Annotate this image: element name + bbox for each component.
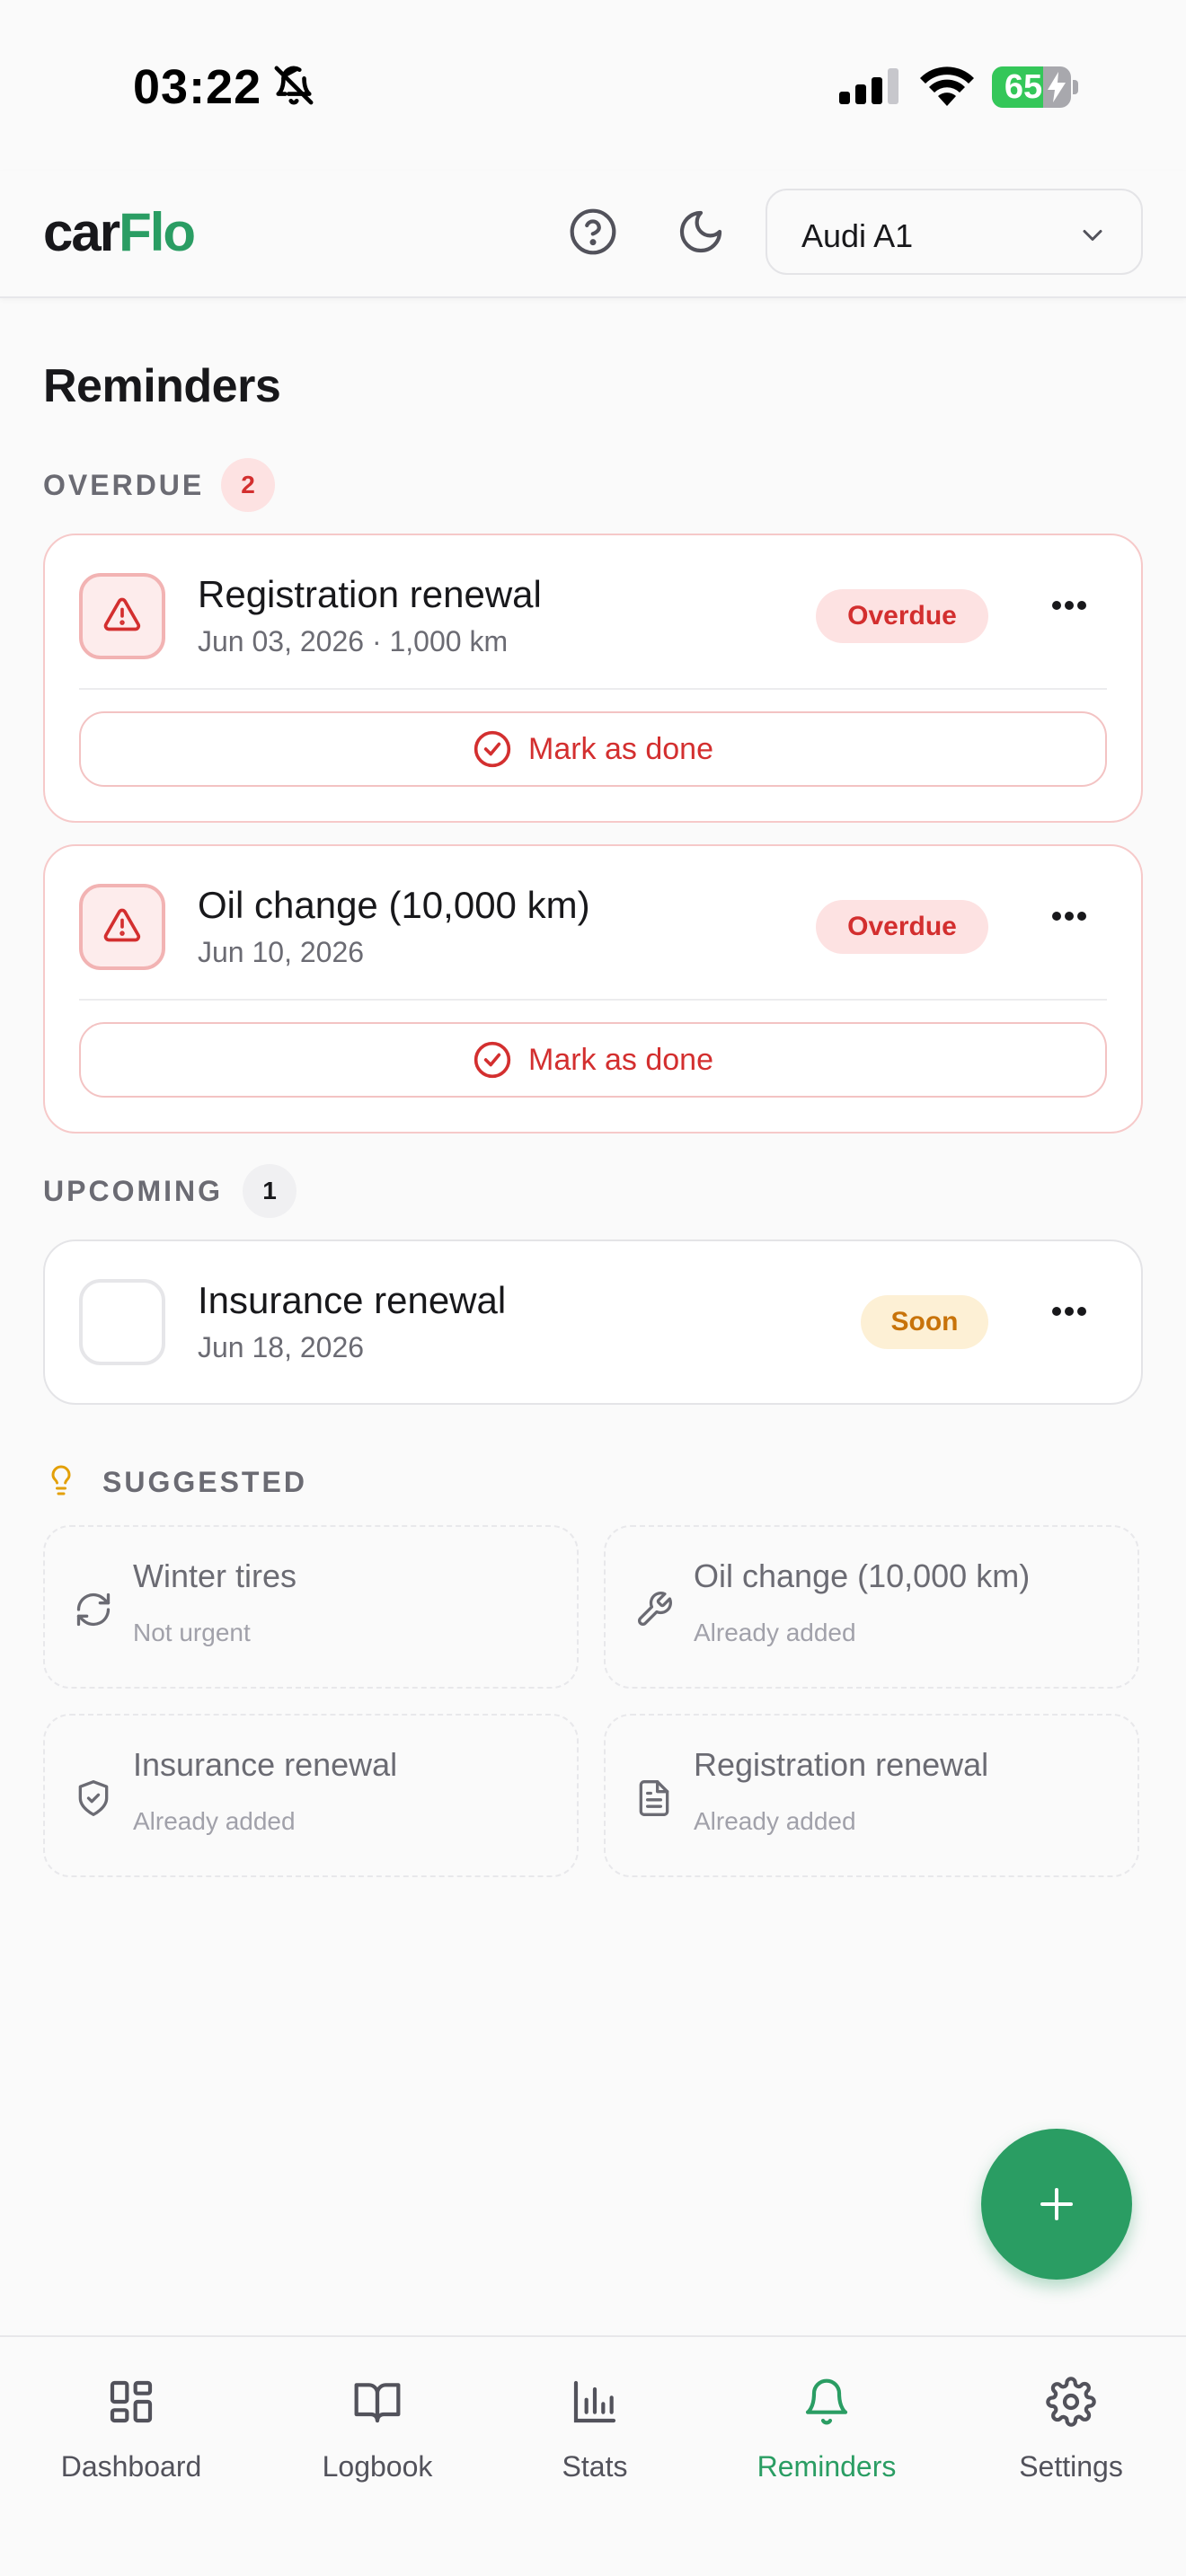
reminder-card[interactable]: Oil change (10,000 km) Jun 10, 2026 Over… — [43, 844, 1143, 1134]
suggestion-subtitle: Already added — [694, 1619, 856, 1646]
mark-as-done-button[interactable]: Mark as done — [79, 1022, 1107, 1098]
signal-icon — [839, 68, 902, 106]
reminder-card[interactable]: Registration renewal Jun 03, 2026 · 1,00… — [43, 534, 1143, 823]
bell-off-icon — [273, 65, 314, 106]
check-circle-icon — [473, 1040, 512, 1080]
suggestion-title: Winter tires — [133, 1557, 297, 1594]
check-circle-icon — [473, 729, 512, 769]
warning-icon — [79, 884, 165, 970]
suggestion-card[interactable]: Oil change (10,000 km) Already added — [604, 1525, 1139, 1689]
warning-icon — [79, 573, 165, 659]
chevron-down-icon — [1076, 219, 1109, 251]
reminder-card[interactable]: Insurance renewal Jun 18, 2026 Soon — [43, 1239, 1143, 1405]
nav-item-logbook[interactable]: Logbook — [270, 2360, 485, 2486]
help-icon[interactable] — [568, 207, 618, 257]
status-time: 03:22 — [133, 60, 262, 114]
card-divider — [79, 688, 1107, 690]
bottom-navigation: Dashboard Logbook Stats Reminders Settin… — [0, 2335, 1186, 2576]
reminder-subtitle: Jun 10, 2026 — [198, 936, 365, 968]
suggestion-title: Insurance renewal — [133, 1746, 398, 1783]
upcoming-count-badge: 1 — [243, 1164, 296, 1218]
nav-item-reminders[interactable]: Reminders — [719, 2360, 934, 2486]
status-bar: 03:22 65 — [0, 0, 1186, 171]
mark-as-done-label: Mark as done — [528, 1042, 713, 1077]
add-reminder-button[interactable] — [981, 2129, 1132, 2280]
mark-as-done-button[interactable]: Mark as done — [79, 711, 1107, 787]
app-logo: carFlo — [43, 202, 196, 262]
suggestion-card[interactable]: Registration renewal Already added — [604, 1714, 1139, 1877]
refresh-icon — [74, 1590, 113, 1629]
wifi-icon — [918, 65, 976, 108]
overdue-section-label: OVERDUE — [43, 469, 205, 501]
nav-label: Stats — [562, 2450, 628, 2483]
reminder-title: Registration renewal — [198, 573, 542, 615]
card-divider — [79, 999, 1107, 1001]
nav-item-dashboard[interactable]: Dashboard — [23, 2360, 239, 2486]
battery-level: 65 — [1004, 68, 1043, 106]
nav-item-settings[interactable]: Settings — [963, 2360, 1179, 2486]
suggestion-title: Oil change (10,000 km) — [694, 1557, 1031, 1594]
more-options-icon[interactable] — [1051, 600, 1087, 611]
wrench-icon — [634, 1590, 674, 1629]
suggestion-subtitle: Already added — [133, 1807, 296, 1835]
document-icon — [634, 1778, 674, 1818]
nav-label: Dashboard — [60, 2450, 202, 2483]
battery-indicator: 65 — [992, 66, 1078, 108]
lightbulb-icon — [45, 1460, 77, 1500]
page-title: Reminders — [43, 360, 281, 412]
nav-label: Reminders — [757, 2450, 897, 2483]
charging-bolt-icon — [1048, 72, 1066, 102]
status-badge: Overdue — [816, 589, 988, 643]
suggestion-title: Registration renewal — [694, 1746, 989, 1783]
reminder-subtitle: Jun 03, 2026 · 1,000 km — [198, 625, 509, 657]
more-options-icon[interactable] — [1051, 1306, 1087, 1317]
reminder-checkbox[interactable] — [79, 1279, 165, 1365]
suggestion-subtitle: Already added — [694, 1807, 856, 1835]
status-badge: Overdue — [816, 900, 988, 954]
more-options-icon[interactable] — [1051, 911, 1087, 922]
overdue-count-badge: 2 — [221, 458, 275, 512]
nav-label: Logbook — [322, 2450, 433, 2483]
moon-icon[interactable] — [676, 207, 726, 257]
status-badge: Soon — [861, 1295, 988, 1349]
nav-label: Settings — [1019, 2450, 1123, 2483]
shield-check-icon — [74, 1778, 113, 1818]
suggested-section-label: SUGGESTED — [102, 1466, 307, 1498]
reminder-title: Insurance renewal — [198, 1279, 507, 1321]
vehicle-select-value: Audi A1 — [801, 217, 914, 254]
upcoming-section-label: UPCOMING — [43, 1175, 223, 1207]
reminder-subtitle: Jun 18, 2026 — [198, 1331, 365, 1363]
vehicle-select[interactable]: Audi A1 — [766, 189, 1143, 275]
app-header: carFlo Audi A1 — [0, 171, 1186, 298]
suggestion-subtitle: Not urgent — [133, 1619, 251, 1646]
nav-item-stats[interactable]: Stats — [487, 2360, 703, 2486]
reminder-title: Oil change (10,000 km) — [198, 884, 590, 926]
mark-as-done-label: Mark as done — [528, 731, 713, 766]
suggestion-card[interactable]: Winter tires Not urgent — [43, 1525, 579, 1689]
suggestion-card[interactable]: Insurance renewal Already added — [43, 1714, 579, 1877]
